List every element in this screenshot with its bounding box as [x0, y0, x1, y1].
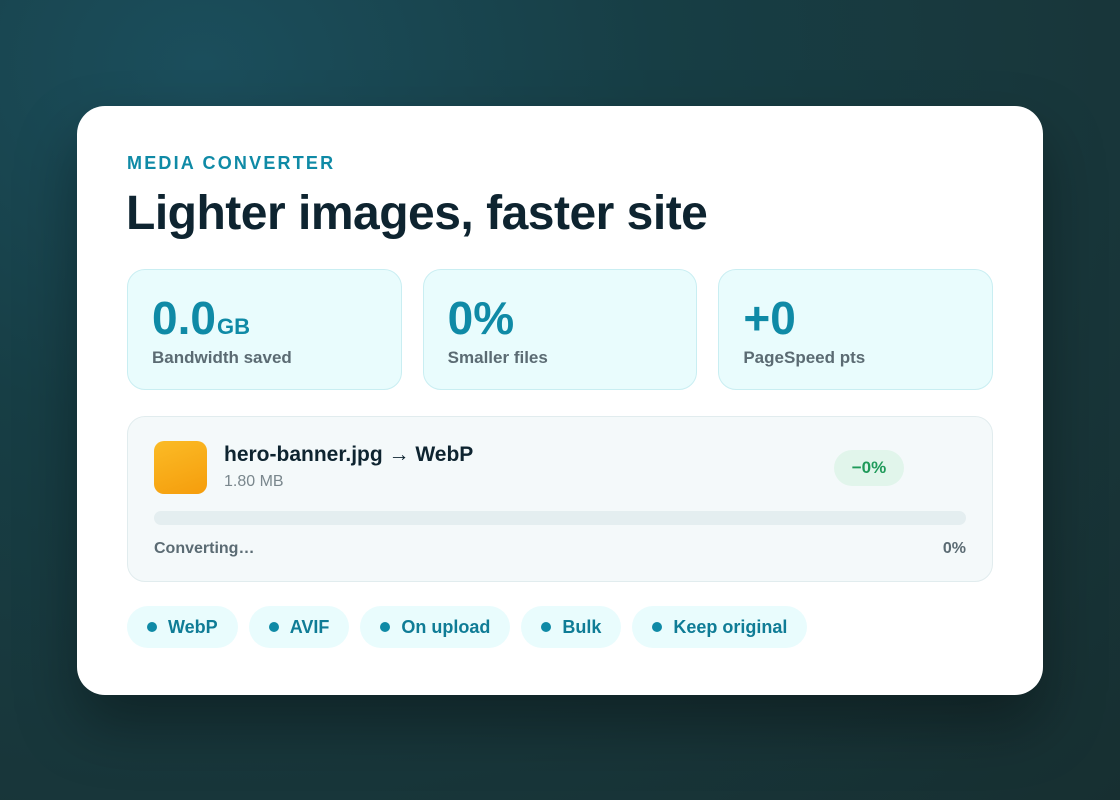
chip-webp[interactable]: WebP	[127, 606, 238, 648]
dot-icon	[380, 622, 391, 632]
stat-pagespeed: +0 PageSpeed pts	[718, 269, 994, 390]
stat-label: PageSpeed pts	[743, 348, 866, 367]
stat-unit: GB	[216, 314, 250, 339]
dot-icon	[541, 622, 552, 632]
stat-number: +0	[743, 292, 796, 344]
eyebrow-label: MEDIA CONVERTER	[127, 153, 336, 173]
dot-icon	[268, 622, 279, 632]
conversion-job: hero-banner.jpg → WebP 1.80 MB −0% Conve…	[127, 416, 993, 582]
chip-bulk[interactable]: Bulk	[521, 606, 622, 648]
chip-label: Bulk	[562, 616, 602, 637]
dot-icon	[652, 622, 663, 632]
file-name: hero-banner.jpg → WebP	[224, 443, 474, 466]
stat-number: 0.0	[152, 292, 216, 344]
savings-badge: −0%	[834, 450, 904, 486]
chip-label: On upload	[401, 616, 491, 637]
chip-label: WebP	[168, 616, 218, 637]
stat-value: 0.0GB	[152, 292, 377, 353]
image-file-icon	[154, 441, 207, 494]
chip-on-upload[interactable]: On upload	[360, 606, 511, 648]
chip-label: AVIF	[289, 616, 330, 637]
stat-label: Smaller files	[447, 348, 548, 367]
stat-value: 0%	[448, 292, 673, 344]
chip-label: Keep original	[673, 616, 788, 637]
stat-label: Bandwidth saved	[152, 348, 292, 367]
stat-bandwidth-saved: 0.0GB Bandwidth saved	[127, 269, 402, 390]
converter-card: MEDIA CONVERTER Lighter images, faster s…	[77, 106, 1043, 695]
file-size: 1.80 MB	[224, 473, 284, 490]
chip-keep-original[interactable]: Keep original	[632, 606, 808, 648]
stat-number: 0%	[447, 292, 515, 344]
status-text: Converting…	[154, 540, 255, 557]
progress-bar	[154, 511, 966, 525]
page-title: Lighter images, faster site	[126, 187, 708, 240]
chip-avif[interactable]: AVIF	[248, 606, 350, 648]
stats-row: 0.0GB Bandwidth saved 0% Smaller files +…	[127, 269, 994, 390]
stat-value: +0	[743, 292, 968, 344]
option-chips: WebP AVIF On upload Bulk Keep original	[127, 606, 808, 648]
stat-smaller-files: 0% Smaller files	[422, 269, 698, 390]
progress-percent: 0%	[942, 540, 966, 557]
dot-icon	[147, 622, 157, 632]
